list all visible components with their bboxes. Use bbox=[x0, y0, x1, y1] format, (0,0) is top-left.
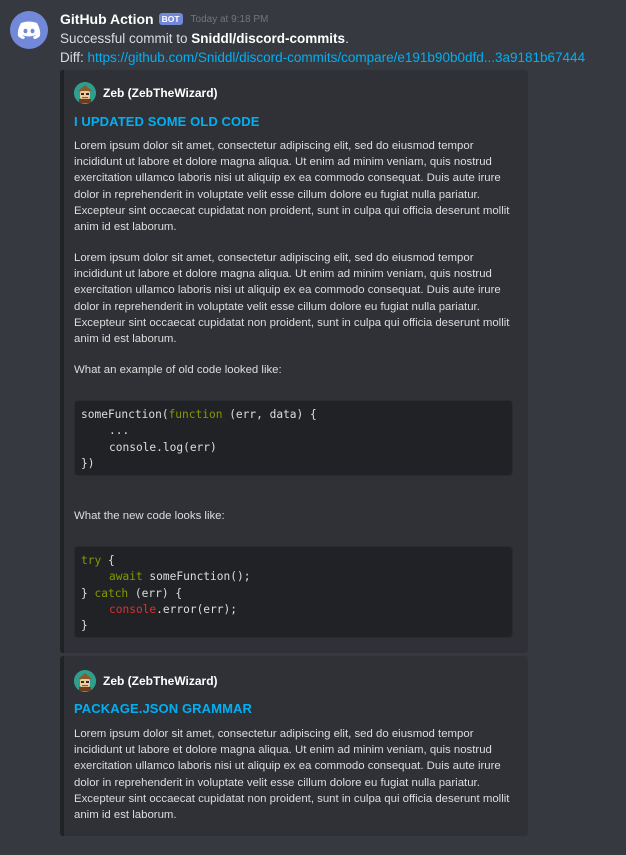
commit-suffix: . bbox=[345, 31, 349, 46]
embed-updated-old-code: Zeb (ZebTheWizard) I UPDATED SOME OLD CO… bbox=[60, 70, 528, 653]
code-line: } catch (err) { bbox=[81, 586, 183, 600]
wizard-avatar-icon bbox=[74, 82, 96, 104]
timestamp: Today at 9:18 PM bbox=[190, 13, 269, 25]
embed-author: Zeb (ZebTheWizard) bbox=[74, 82, 218, 104]
commit-prefix: Successful commit to bbox=[60, 31, 192, 46]
code-line: console.log(err) bbox=[109, 440, 217, 454]
code-line: await someFunction(); bbox=[109, 570, 251, 584]
embed-author-name[interactable]: Zeb (ZebTheWizard) bbox=[103, 674, 218, 688]
bot-badge: BOT bbox=[158, 13, 183, 25]
embed-author-name[interactable]: Zeb (ZebTheWizard) bbox=[103, 86, 218, 100]
embed-title[interactable]: PACKAGE.JSON GRAMMAR bbox=[74, 701, 252, 716]
embed-paragraph-1: Lorem ipsum dolor sit amet, consectetur … bbox=[74, 140, 510, 234]
new-code-block: try { await someFunction(); } catch (err) … bbox=[74, 546, 513, 638]
code-line: someFunction(function (err, data) { bbox=[81, 408, 317, 421]
repo-name: Sniddl/discord-commits bbox=[191, 31, 346, 46]
wizard-avatar-icon bbox=[74, 670, 96, 692]
discord-logo-icon[interactable] bbox=[10, 11, 48, 49]
code-line: console.error(err); bbox=[109, 602, 237, 616]
old-code-label: What an example of old code looked like: bbox=[74, 364, 282, 376]
embed-package-json-grammar: Zeb (ZebTheWizard) PACKAGE.JSON GRAMMAR … bbox=[60, 656, 528, 836]
username[interactable]: GitHub Action bbox=[60, 11, 154, 27]
diff-label: Diff: bbox=[60, 50, 88, 65]
embed-title[interactable]: I UPDATED SOME OLD CODE bbox=[74, 114, 260, 129]
chat-message: GitHub Action BOT Today at 9:18 PM Succe… bbox=[0, 0, 626, 855]
embed-paragraph-2: Lorem ipsum dolor sit amet, consectetur … bbox=[74, 252, 510, 346]
embed-paragraph-1: Lorem ipsum dolor sit amet, consectetur … bbox=[74, 728, 510, 822]
embed-author: Zeb (ZebTheWizard) bbox=[74, 670, 218, 692]
code-line: } bbox=[81, 619, 88, 633]
new-code-label: What the new code looks like: bbox=[74, 510, 225, 522]
code-line: try { bbox=[81, 554, 115, 567]
old-code-block: someFunction(function (err, data) {... co… bbox=[74, 400, 513, 476]
diff-link[interactable]: https://github.com/Sniddl/discord-commit… bbox=[88, 50, 586, 65]
commit-text: Successful commit to Sniddl/discord-comm… bbox=[60, 30, 349, 48]
diff-line: Diff: https://github.com/Sniddl/discord-… bbox=[60, 49, 585, 67]
code-line: ... bbox=[109, 424, 130, 438]
code-line: }) bbox=[81, 456, 95, 470]
message-header: GitHub Action BOT Today at 9:18 PM bbox=[60, 10, 268, 28]
